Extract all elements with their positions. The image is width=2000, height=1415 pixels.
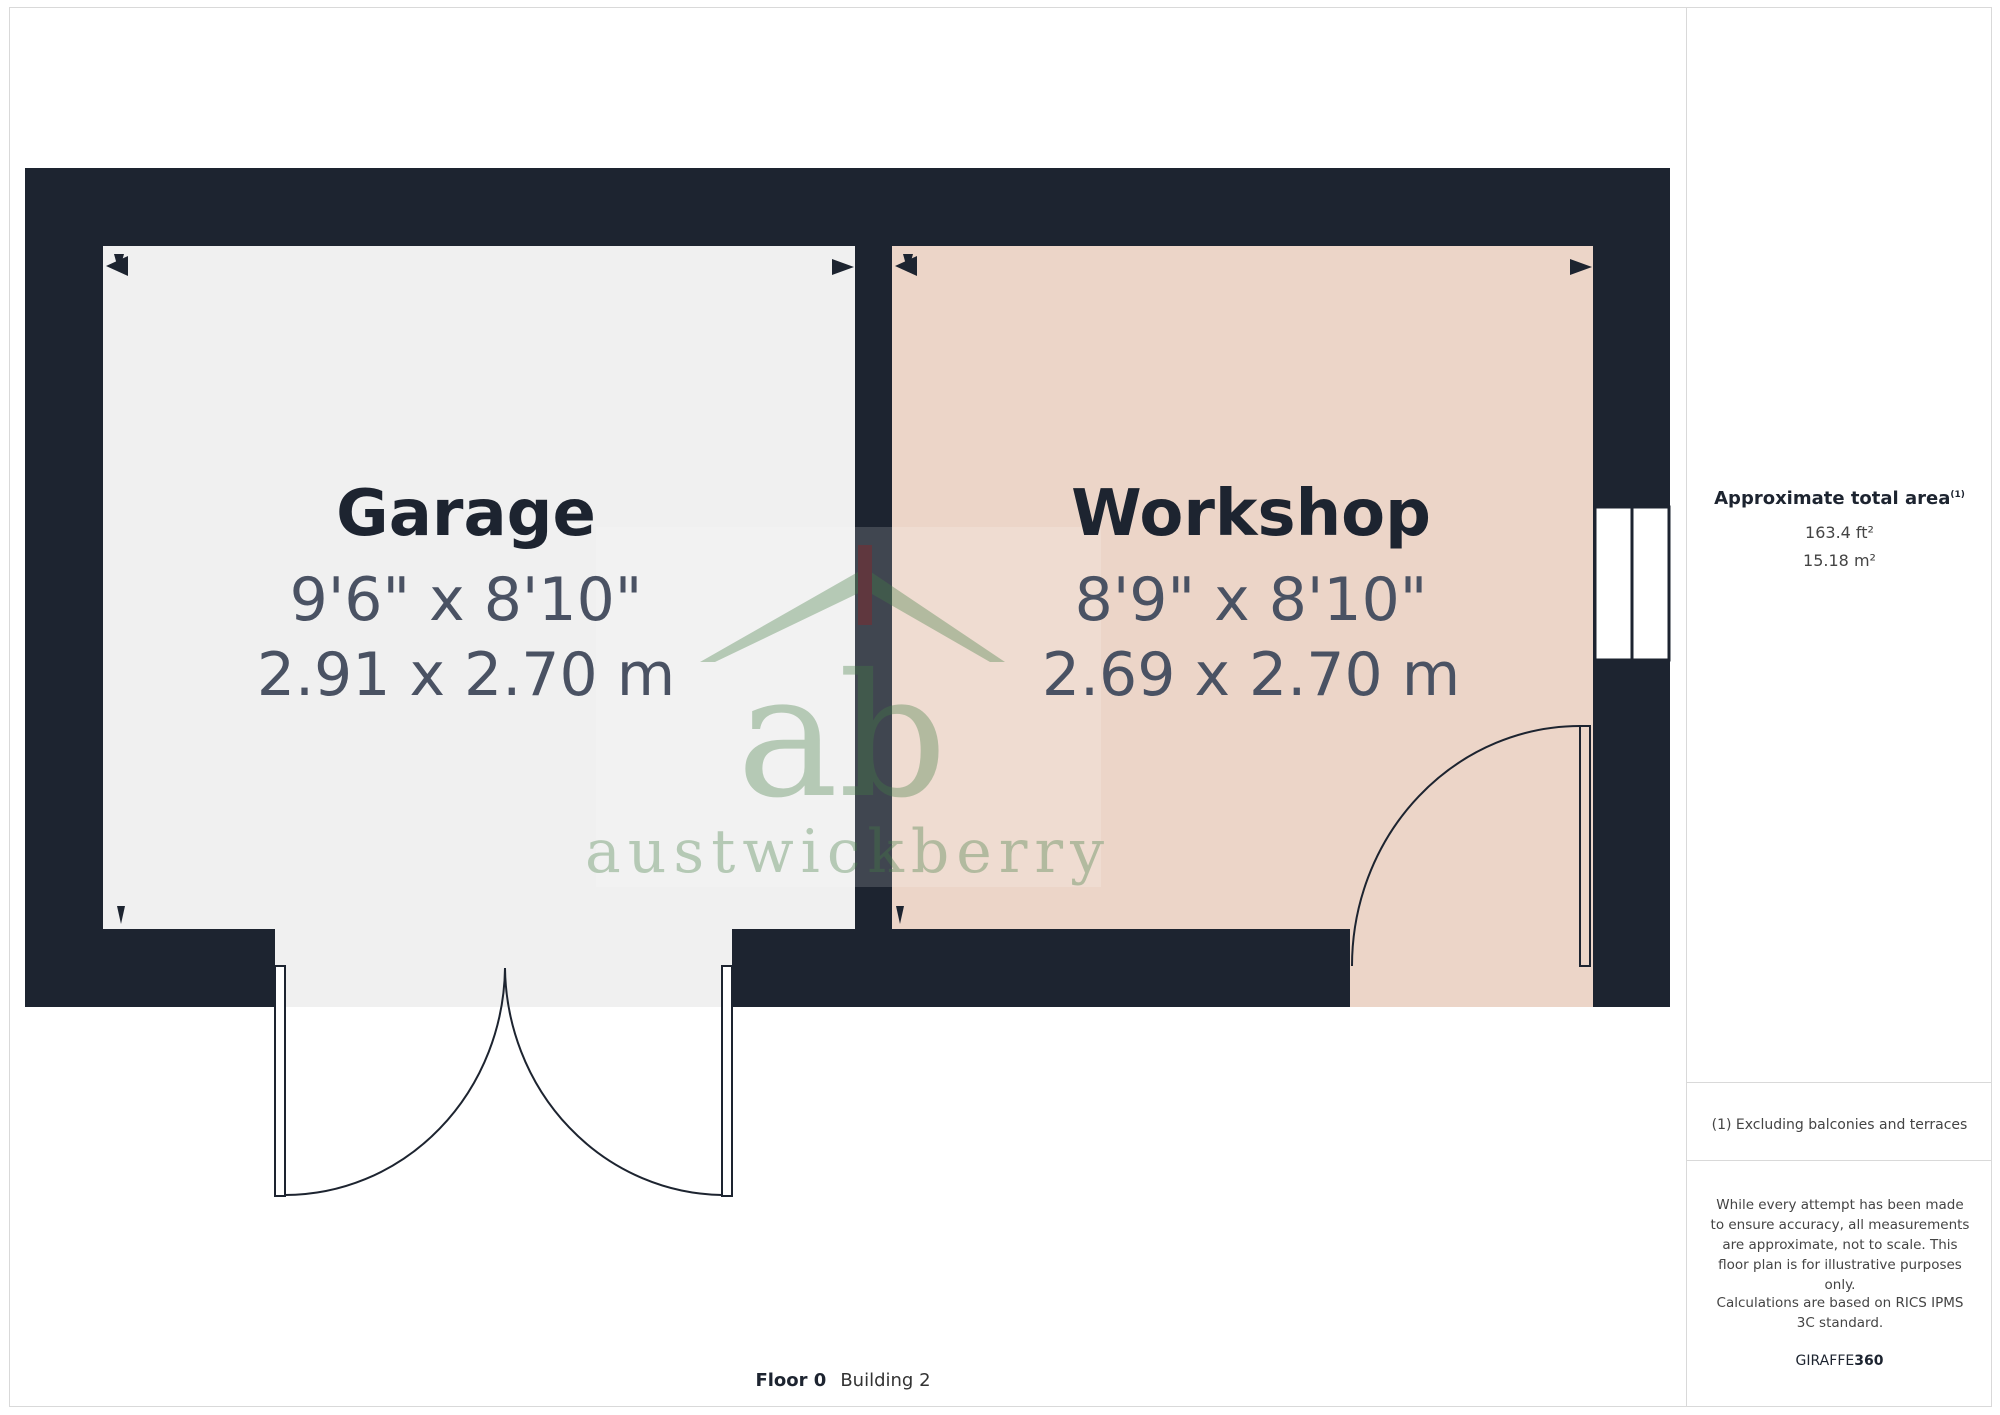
sidebar-divider	[1687, 1082, 1992, 1083]
garage-dim-imperial: 9'6" x 8'10"	[290, 565, 643, 635]
footnote: (1) Excluding balconies and terraces	[1711, 1117, 1968, 1133]
area-sqft: 163.4 ft²	[1805, 523, 1874, 542]
workshop-dim-imperial: 8'9" x 8'10"	[1075, 565, 1428, 635]
workshop-dim-metric: 2.69 x 2.70 m	[1042, 640, 1460, 710]
floor-label: Floor 0 Building 2	[0, 1370, 1686, 1391]
garage-name: Garage	[336, 477, 596, 551]
calculation-note: Calculations are based on RICS IPMS 3C s…	[1716, 1295, 1964, 1331]
workshop-name: Workshop	[1071, 477, 1431, 551]
brand-logo: GIRAFFE360	[1795, 1353, 1884, 1369]
workshop-door-opening	[1350, 927, 1593, 1007]
area-title: Approximate total area(1)	[1714, 488, 1965, 509]
disclaimer: While every attempt has been made to ens…	[1710, 1197, 1970, 1293]
watermark-letters: ab	[737, 638, 947, 836]
watermark-text: austwickberry	[585, 817, 1111, 887]
floor-number: Floor 0	[755, 1370, 827, 1391]
building-name: Building 2	[840, 1370, 931, 1391]
garage-dim-metric: 2.91 x 2.70 m	[257, 640, 675, 710]
window	[1593, 505, 1671, 662]
area-sqm: 15.18 m²	[1803, 551, 1876, 570]
sidebar: Approximate total area(1) 163.4 ft² 15.1…	[1686, 7, 1992, 1407]
floor-plan: ab austwickberry Garage 9'6" x 8'10" 2.9…	[25, 168, 1671, 1197]
sidebar-divider	[1687, 1160, 1992, 1161]
